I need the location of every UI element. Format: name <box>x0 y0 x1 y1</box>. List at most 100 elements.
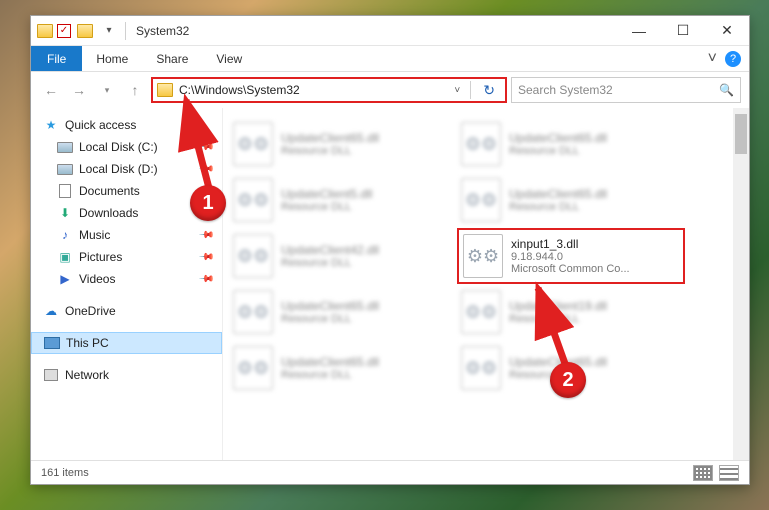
sidebar-item-local-disk-c[interactable]: Local Disk (C:) 📌 <box>31 136 222 158</box>
pc-icon <box>44 337 60 349</box>
pin-icon: 📌 <box>197 205 214 222</box>
maximize-button[interactable]: ☐ <box>661 17 705 45</box>
file-item[interactable]: ⚙⚙UpdateClient65.dllResource DLL <box>457 340 685 396</box>
file-name: UpdateClient19.dll <box>509 299 607 313</box>
address-bar[interactable]: C:\Windows\System32 ˅ ↻ <box>151 77 507 103</box>
dll-file-icon: ⚙⚙ <box>461 346 501 390</box>
tab-share[interactable]: Share <box>142 46 202 71</box>
file-description: Resource DLL <box>281 201 372 213</box>
sidebar-item-videos[interactable]: ▶ Videos 📌 <box>31 268 222 290</box>
file-item[interactable]: ⚙⚙ UpdateClient65.dllResource DLL <box>229 340 457 396</box>
search-input[interactable]: Search System32 🔍 <box>511 77 741 103</box>
address-path[interactable]: C:\Windows\System32 <box>179 83 450 97</box>
file-item[interactable]: ⚙⚙xinput1_3.dll9.18.944.0Microsoft Commo… <box>457 228 685 284</box>
dll-file-icon: ⚙⚙ <box>461 290 501 334</box>
forward-button[interactable]: → <box>67 78 91 102</box>
sidebar-item-label: Documents <box>79 184 140 198</box>
dll-file-icon: ⚙⚙ <box>233 346 273 390</box>
download-icon: ⬇ <box>57 205 73 221</box>
tab-view[interactable]: View <box>202 46 256 71</box>
file-item[interactable]: ⚙⚙UpdateClient65.dllResource DLL <box>229 284 457 340</box>
navbar: ← → ▾ ↑ C:\Windows\System32 ˅ ↻ Search S… <box>31 72 749 108</box>
video-icon: ▶ <box>57 271 73 287</box>
search-icon[interactable]: 🔍 <box>719 83 734 97</box>
recent-dropdown[interactable]: ▾ <box>95 78 119 102</box>
sidebar-item-label: Pictures <box>79 250 122 264</box>
sidebar-item-label: Videos <box>79 272 115 286</box>
statusbar: 161 items <box>31 460 749 484</box>
view-details-button[interactable] <box>719 465 739 481</box>
address-dropdown-icon[interactable]: ˅ <box>450 85 464 96</box>
disk-icon <box>57 164 73 175</box>
disk-icon <box>57 142 73 153</box>
file-view[interactable]: ⚙⚙UpdateClient65.dllResource DLL⚙⚙Update… <box>223 108 749 460</box>
scrollbar-thumb[interactable] <box>735 114 747 154</box>
file-item[interactable]: ⚙⚙ UpdateClient42.dllResource DLL <box>229 228 457 284</box>
window-title: System32 <box>136 24 189 38</box>
sidebar-item-label: Local Disk (D:) <box>79 162 158 176</box>
vertical-scrollbar[interactable] <box>733 108 749 460</box>
minimize-button[interactable]: — <box>617 17 661 45</box>
file-name: UpdateClient65.dll <box>509 187 607 201</box>
view-large-icons-button[interactable] <box>693 465 713 481</box>
dll-file-icon: ⚙⚙ <box>463 234 503 278</box>
sidebar-quick-access[interactable]: ★ Quick access <box>31 114 222 136</box>
dll-file-icon: ⚙⚙ <box>233 234 273 278</box>
file-description: Resource DLL <box>281 313 379 325</box>
sidebar-item-documents[interactable]: Documents 📌 <box>31 180 222 202</box>
close-button[interactable]: ✕ <box>705 17 749 45</box>
navigation-pane[interactable]: ★ Quick access Local Disk (C:) 📌 Local D… <box>31 108 223 460</box>
address-folder-icon <box>157 83 173 97</box>
file-item[interactable]: ⚙⚙UpdateClient65.dllResource DLL <box>457 116 685 172</box>
sidebar-item-label: Downloads <box>79 206 138 220</box>
sidebar-item-music[interactable]: ♪ Music 📌 <box>31 224 222 246</box>
file-item[interactable]: ⚙⚙ UpdateClient5.dllResource DLL <box>229 172 457 228</box>
file-description: Resource DLL <box>281 257 379 269</box>
up-button[interactable]: ↑ <box>123 78 147 102</box>
tab-home[interactable]: Home <box>82 46 142 71</box>
sidebar-this-pc[interactable]: This PC <box>31 332 222 354</box>
file-description: Resource DLL <box>281 369 379 381</box>
sidebar-item-pictures[interactable]: ▣ Pictures 📌 <box>31 246 222 268</box>
dll-file-icon: ⚙⚙ <box>233 122 273 166</box>
music-icon: ♪ <box>57 227 73 243</box>
help-icon[interactable]: ? <box>725 51 741 67</box>
dll-file-icon: ⚙⚙ <box>233 178 273 222</box>
back-button[interactable]: ← <box>39 78 63 102</box>
file-name: UpdateClient65.dll <box>509 131 607 145</box>
titlebar: ✓ ▾ System32 — ☐ ✕ <box>31 16 749 46</box>
window-icon[interactable] <box>37 24 53 38</box>
file-name: xinput1_3.dll <box>511 237 630 251</box>
address-separator <box>470 81 471 99</box>
file-name: UpdateClient65.dll <box>281 131 379 145</box>
sidebar-item-local-disk-d[interactable]: Local Disk (D:) 📌 <box>31 158 222 180</box>
file-item[interactable]: ⚙⚙UpdateClient65.dllResource DLL <box>457 172 685 228</box>
sidebar-item-label: Music <box>79 228 110 242</box>
qat-properties-icon[interactable]: ✓ <box>57 24 71 38</box>
titlebar-separator <box>125 22 126 40</box>
file-description-2: Microsoft Common Co... <box>511 263 630 275</box>
refresh-button[interactable]: ↻ <box>477 82 501 99</box>
file-name: UpdateClient5.dll <box>281 187 372 201</box>
file-description: Resource DLL <box>509 201 607 213</box>
dll-file-icon: ⚙⚙ <box>461 122 501 166</box>
body: ★ Quick access Local Disk (C:) 📌 Local D… <box>31 108 749 460</box>
file-name: UpdateClient42.dll <box>281 243 379 257</box>
cloud-icon: ☁ <box>43 303 59 319</box>
file-item[interactable]: ⚙⚙UpdateClient65.dllResource DLL <box>229 116 457 172</box>
file-tab[interactable]: File <box>31 46 82 71</box>
pin-icon: 📌 <box>197 271 214 288</box>
sidebar-label: Network <box>65 368 109 382</box>
pin-icon: 📌 <box>197 161 214 178</box>
sidebar-item-downloads[interactable]: ⬇ Downloads 📌 <box>31 202 222 224</box>
ribbon-expand-icon[interactable]: ˅ <box>708 50 717 68</box>
file-name: UpdateClient65.dll <box>281 355 379 369</box>
file-item[interactable]: ⚙⚙UpdateClient19.dllResource DLL <box>457 284 685 340</box>
item-count: 161 items <box>41 467 89 479</box>
star-icon: ★ <box>43 117 59 133</box>
ribbon: File Home Share View ˅ ? <box>31 46 749 72</box>
qat-newfolder-icon[interactable] <box>75 22 95 40</box>
qat-customize-icon[interactable]: ▾ <box>99 22 119 40</box>
sidebar-onedrive[interactable]: ☁ OneDrive <box>31 300 222 322</box>
sidebar-network[interactable]: Network <box>31 364 222 386</box>
